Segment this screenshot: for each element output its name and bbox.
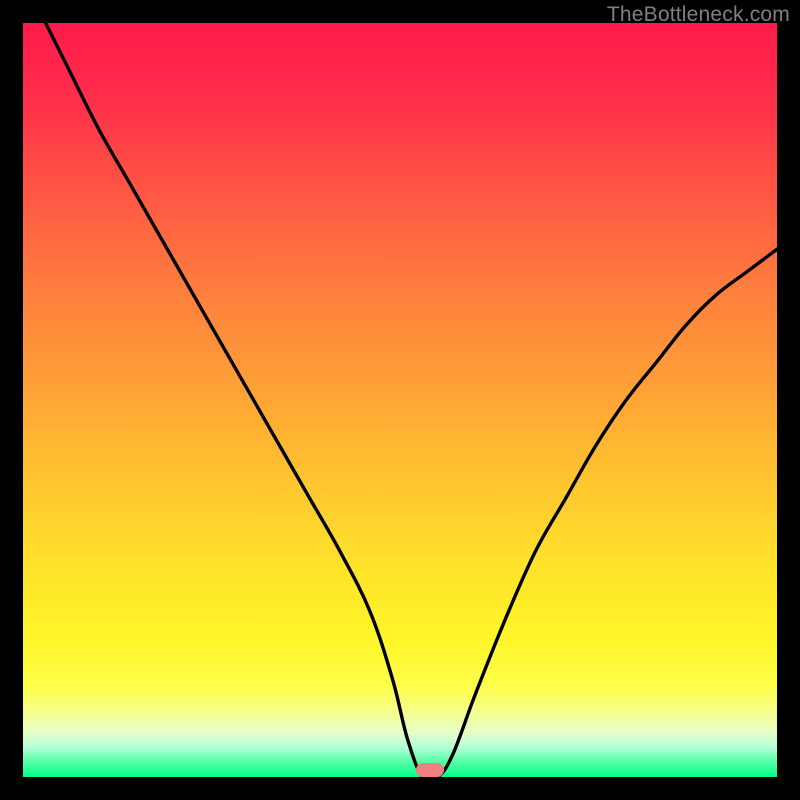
watermark-text: TheBottleneck.com: [607, 3, 790, 27]
plot-area: [23, 23, 777, 777]
background-gradient: [23, 23, 777, 777]
optimal-point-marker: [416, 763, 444, 777]
chart-stage: TheBottleneck.com: [0, 0, 800, 800]
